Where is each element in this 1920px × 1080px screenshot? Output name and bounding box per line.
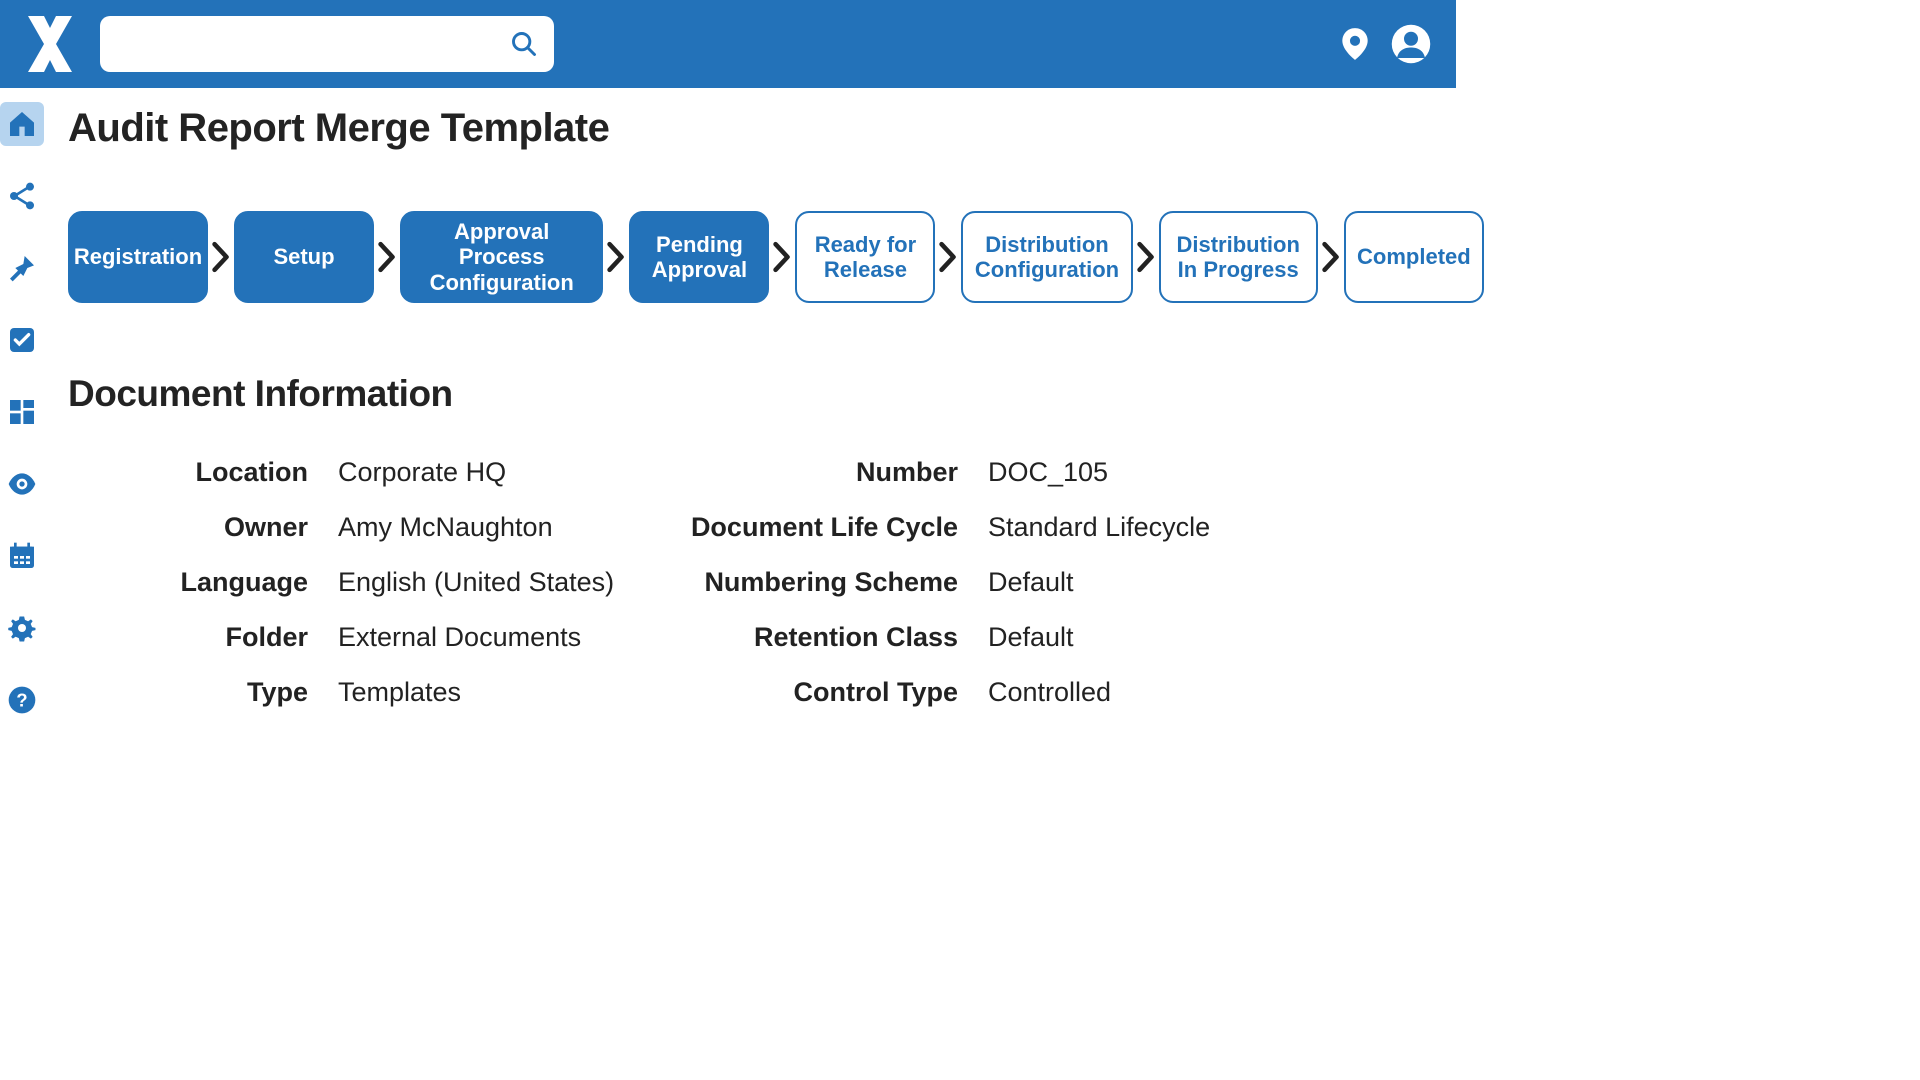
search-box[interactable] bbox=[100, 16, 554, 72]
info-value: Standard Lifecycle bbox=[988, 512, 1308, 543]
workflow-steps: Registration Setup Approval Process Config… bbox=[68, 211, 1484, 303]
workflow-step-registration[interactable]: Registration bbox=[68, 211, 208, 303]
workflow-step-distribution-configuration[interactable]: Distribution Configuration bbox=[961, 211, 1132, 303]
sidebar-item-dashboard[interactable] bbox=[0, 390, 44, 434]
help-icon: ? bbox=[6, 684, 38, 716]
info-label: Owner bbox=[68, 512, 338, 543]
chevron-right-icon bbox=[605, 239, 627, 275]
workflow-step-ready-for-release[interactable]: Ready for Release bbox=[795, 211, 935, 303]
document-info-grid: LocationCorporate HQNumberDOC_105 OwnerAm… bbox=[68, 457, 1484, 708]
info-label: Type bbox=[68, 677, 338, 708]
sidebar-item-settings[interactable] bbox=[0, 606, 44, 650]
sidebar-item-calendar[interactable] bbox=[0, 534, 44, 578]
sidebar-item-home[interactable] bbox=[0, 102, 44, 146]
chevron-right-icon bbox=[376, 239, 398, 275]
checkbox-icon bbox=[6, 324, 38, 356]
info-label: Document Life Cycle bbox=[658, 512, 988, 543]
user-account-button[interactable] bbox=[1390, 23, 1432, 65]
info-label: Language bbox=[68, 567, 338, 598]
chevron-right-icon bbox=[1135, 239, 1157, 275]
app-logo bbox=[24, 12, 76, 76]
info-value: Templates bbox=[338, 677, 658, 708]
sidebar-item-pin[interactable] bbox=[0, 246, 44, 290]
info-value: DOC_105 bbox=[988, 457, 1308, 488]
search-input[interactable] bbox=[116, 33, 510, 56]
share-icon bbox=[6, 180, 38, 212]
home-icon bbox=[6, 108, 38, 140]
workflow-step-distribution-in-progress[interactable]: Distribution In Progress bbox=[1159, 211, 1318, 303]
workflow-step-approval-process-configuration[interactable]: Approval Process Configuration bbox=[400, 211, 603, 303]
main-content: Audit Report Merge Template Registration… bbox=[44, 88, 1508, 816]
calendar-icon bbox=[6, 540, 38, 572]
grid-icon bbox=[6, 396, 38, 428]
page-title: Audit Report Merge Template bbox=[68, 106, 1484, 151]
info-value: Controlled bbox=[988, 677, 1308, 708]
sidebar-item-share[interactable] bbox=[0, 174, 44, 218]
chevron-right-icon bbox=[210, 239, 232, 275]
section-title-document-info: Document Information bbox=[68, 373, 1484, 415]
svg-text:?: ? bbox=[16, 690, 27, 711]
user-icon bbox=[1390, 23, 1432, 65]
info-label: Folder bbox=[68, 622, 338, 653]
eye-icon bbox=[6, 468, 38, 500]
workflow-step-completed[interactable]: Completed bbox=[1344, 211, 1484, 303]
info-label: Control Type bbox=[658, 677, 988, 708]
workflow-step-setup[interactable]: Setup bbox=[234, 211, 374, 303]
chevron-right-icon bbox=[937, 239, 959, 275]
location-button[interactable] bbox=[1334, 23, 1376, 65]
info-label: Location bbox=[68, 457, 338, 488]
info-value: Default bbox=[988, 622, 1308, 653]
gear-icon bbox=[6, 612, 38, 644]
search-icon[interactable] bbox=[510, 30, 538, 58]
workflow-step-pending-approval[interactable]: Pending Approval bbox=[629, 211, 769, 303]
chevron-right-icon bbox=[771, 239, 793, 275]
info-value: Corporate HQ bbox=[338, 457, 658, 488]
info-label: Number bbox=[658, 457, 988, 488]
sidebar-item-watch[interactable] bbox=[0, 462, 44, 506]
chevron-right-icon bbox=[1320, 239, 1342, 275]
info-label: Retention Class bbox=[658, 622, 988, 653]
info-value: Amy McNaughton bbox=[338, 512, 658, 543]
pin-icon bbox=[6, 252, 38, 284]
sidebar-item-tasks[interactable] bbox=[0, 318, 44, 362]
info-value: Default bbox=[988, 567, 1308, 598]
sidebar: ? bbox=[0, 88, 44, 816]
info-label: Numbering Scheme bbox=[658, 567, 988, 598]
logo-x-icon bbox=[24, 12, 76, 76]
info-value: External Documents bbox=[338, 622, 658, 653]
app-header bbox=[0, 0, 1456, 88]
info-value: English (United States) bbox=[338, 567, 658, 598]
location-pin-icon bbox=[1336, 25, 1374, 63]
sidebar-item-help[interactable]: ? bbox=[0, 678, 44, 722]
